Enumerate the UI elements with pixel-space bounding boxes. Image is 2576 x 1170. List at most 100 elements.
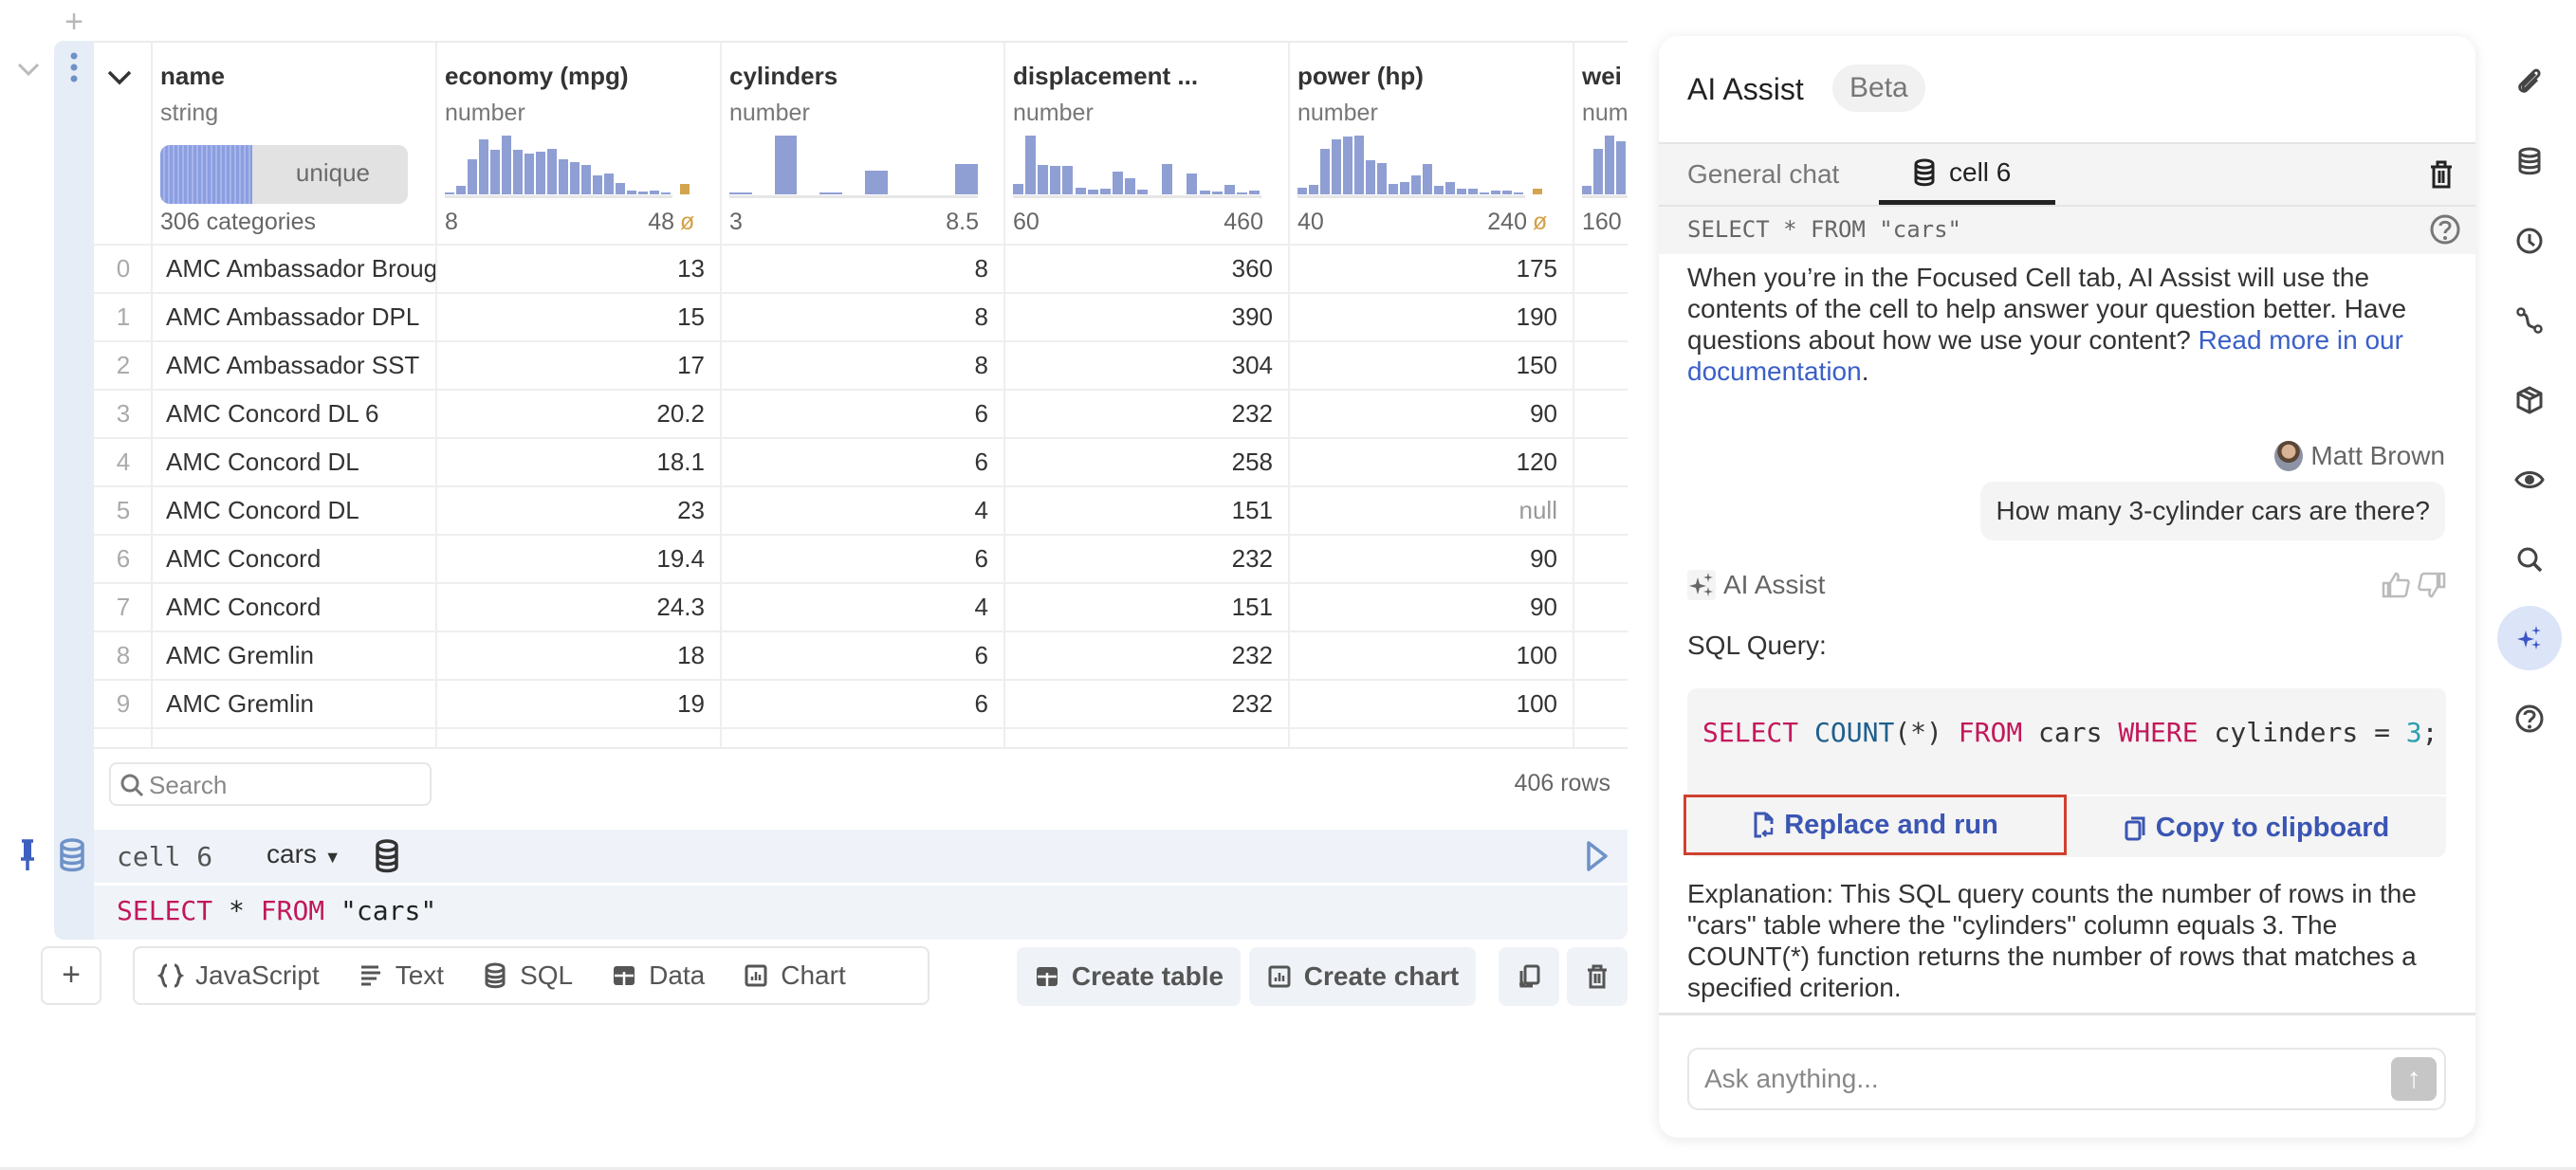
cell-displacement[interactable]: 232 xyxy=(1005,536,1288,582)
cell-name[interactable]: AMC Ambassador Brougham xyxy=(153,246,435,292)
table-row[interactable]: 5 AMC Concord DL 23 4 151 null xyxy=(94,485,1628,534)
cell-index[interactable]: 6 xyxy=(96,536,151,582)
cell-economy[interactable]: 19 xyxy=(437,681,720,727)
cell-name[interactable]: AMC Concord xyxy=(153,536,435,582)
cell-cylinders[interactable]: 8 xyxy=(722,294,1003,340)
package-icon[interactable] xyxy=(2503,374,2556,427)
table-row[interactable]: 8 AMC Gremlin 18 6 232 100 xyxy=(94,631,1628,679)
cell-name[interactable]: AMC Concord DL xyxy=(153,439,435,485)
clock-history-icon[interactable] xyxy=(2503,214,2556,267)
database-icon[interactable] xyxy=(375,839,399,873)
pin-icon[interactable] xyxy=(15,838,40,872)
cell-power[interactable]: null xyxy=(1290,487,1573,534)
cell-name[interactable]: AMC Concord DL xyxy=(153,487,435,534)
path-icon[interactable] xyxy=(2503,294,2556,347)
cell-cylinders[interactable]: 6 xyxy=(722,439,1003,485)
cell-cylinders[interactable]: 6 xyxy=(722,536,1003,582)
cell-power[interactable]: 90 xyxy=(1290,536,1573,582)
cell-power[interactable]: 150 xyxy=(1290,342,1573,389)
cell-displacement[interactable]: 151 xyxy=(1005,487,1288,534)
create-chart-button[interactable]: Create chart xyxy=(1249,947,1476,1006)
cell-index[interactable]: 5 xyxy=(96,487,151,534)
column-header-power[interactable]: power (hp) number 40 240 ø xyxy=(1288,43,1573,244)
cell-name[interactable]: AMC Concord xyxy=(153,584,435,631)
cell-displacement[interactable]: 151 xyxy=(1005,584,1288,631)
cell-economy[interactable]: 13 xyxy=(437,246,720,292)
add-javascript-cell-button[interactable]: JavaScript xyxy=(157,960,320,991)
cell-cylinders[interactable]: 8 xyxy=(722,342,1003,389)
cell-index[interactable]: 4 xyxy=(96,439,151,485)
cell-economy[interactable]: 24.3 xyxy=(437,584,720,631)
thumbs-down-icon[interactable] xyxy=(2415,570,2447,600)
sparkle-ai-icon[interactable] xyxy=(2497,606,2562,670)
paperclip-icon[interactable] xyxy=(2503,55,2556,108)
cell-power[interactable]: 175 xyxy=(1290,246,1573,292)
cell-displacement[interactable]: 232 xyxy=(1005,681,1288,727)
run-cell-icon[interactable] xyxy=(1584,839,1610,873)
help-icon[interactable] xyxy=(2428,212,2462,247)
column-header-weight[interactable]: wei num 160 xyxy=(1573,43,1628,244)
cell-cylinders[interactable]: 4 xyxy=(722,584,1003,631)
cell-name[interactable]: AMC Gremlin xyxy=(153,681,435,727)
cell-economy[interactable]: 20.2 xyxy=(437,391,720,437)
cell-name[interactable]: cell 6 xyxy=(117,841,212,872)
cell-index[interactable]: 1 xyxy=(96,294,151,340)
cell-displacement[interactable]: 232 xyxy=(1005,632,1288,679)
histogram[interactable] xyxy=(445,136,690,194)
column-header-displacement[interactable]: displacement ... number 60 460 xyxy=(1003,43,1288,244)
delete-cell-button[interactable] xyxy=(1567,947,1628,1006)
cell-displacement[interactable]: 390 xyxy=(1005,294,1288,340)
collapse-table-chevron-icon[interactable] xyxy=(103,64,136,92)
cell-economy[interactable]: 23 xyxy=(437,487,720,534)
table-search-input[interactable] xyxy=(149,768,424,802)
cell-sql-editor[interactable]: SELECT * FROM "cars" xyxy=(94,886,1628,940)
cell-cylinders[interactable]: 6 xyxy=(722,681,1003,727)
trash-icon[interactable] xyxy=(2428,159,2455,190)
duplicate-cell-button[interactable] xyxy=(1499,947,1559,1006)
thumbs-up-icon[interactable] xyxy=(2381,570,2413,600)
cell-cylinders[interactable]: 6 xyxy=(722,391,1003,437)
ask-anything-input[interactable] xyxy=(1704,1059,2349,1099)
copy-to-clipboard-button[interactable]: Copy to clipboard xyxy=(2067,796,2446,859)
table-row[interactable]: 7 AMC Concord 24.3 4 151 90 xyxy=(94,582,1628,631)
replace-and-run-button[interactable]: Replace and run xyxy=(1684,795,2067,855)
table-row[interactable]: 4 AMC Concord DL 18.1 6 258 120 xyxy=(94,437,1628,485)
data-source-select[interactable]: cars ▼ xyxy=(267,839,341,869)
add-cell-above-button[interactable]: + xyxy=(60,6,88,38)
cell-index[interactable]: 2 xyxy=(96,342,151,389)
add-text-cell-button[interactable]: Text xyxy=(358,960,444,991)
add-chart-cell-button[interactable]: Chart xyxy=(743,960,846,991)
column-header-economy[interactable]: economy (mpg) number 8 48 ø xyxy=(435,43,720,244)
cell-index[interactable]: 9 xyxy=(96,681,151,727)
cell-economy[interactable]: 18.1 xyxy=(437,439,720,485)
tab-cell-6[interactable]: cell 6 xyxy=(1879,144,2055,205)
cell-power[interactable]: 90 xyxy=(1290,584,1573,631)
cell-economy[interactable]: 18 xyxy=(437,632,720,679)
cell-cylinders[interactable]: 6 xyxy=(722,632,1003,679)
cell-economy[interactable]: 15 xyxy=(437,294,720,340)
cell-displacement[interactable]: 360 xyxy=(1005,246,1288,292)
histogram[interactable] xyxy=(729,136,978,194)
cell-cylinders[interactable]: 4 xyxy=(722,487,1003,534)
cell-name[interactable]: AMC Concord DL 6 xyxy=(153,391,435,437)
cell-power[interactable]: 100 xyxy=(1290,681,1573,727)
send-button[interactable]: ↑ xyxy=(2391,1057,2437,1101)
tab-general-chat[interactable]: General chat xyxy=(1687,159,1839,190)
cell-menu-kebab-icon[interactable] xyxy=(63,51,85,83)
histogram[interactable] xyxy=(1582,136,1628,194)
cell-cylinders[interactable]: 8 xyxy=(722,246,1003,292)
cell-displacement[interactable]: 258 xyxy=(1005,439,1288,485)
cell-displacement[interactable]: 304 xyxy=(1005,342,1288,389)
table-search-box[interactable] xyxy=(109,762,432,806)
cell-economy[interactable]: 19.4 xyxy=(437,536,720,582)
cell-economy[interactable]: 17 xyxy=(437,342,720,389)
table-row[interactable]: 6 AMC Concord 19.4 6 232 90 xyxy=(94,534,1628,582)
database-icon[interactable] xyxy=(2503,135,2556,188)
cell-index[interactable]: 7 xyxy=(96,584,151,631)
table-row[interactable]: 2 AMC Ambassador SST 17 8 304 150 xyxy=(94,340,1628,389)
histogram[interactable] xyxy=(1013,136,1261,194)
ai-input-box[interactable]: ↑ xyxy=(1687,1048,2446,1110)
help-icon[interactable] xyxy=(2503,692,2556,745)
add-data-cell-button[interactable]: Data xyxy=(611,960,705,991)
table-row[interactable] xyxy=(94,727,1628,747)
